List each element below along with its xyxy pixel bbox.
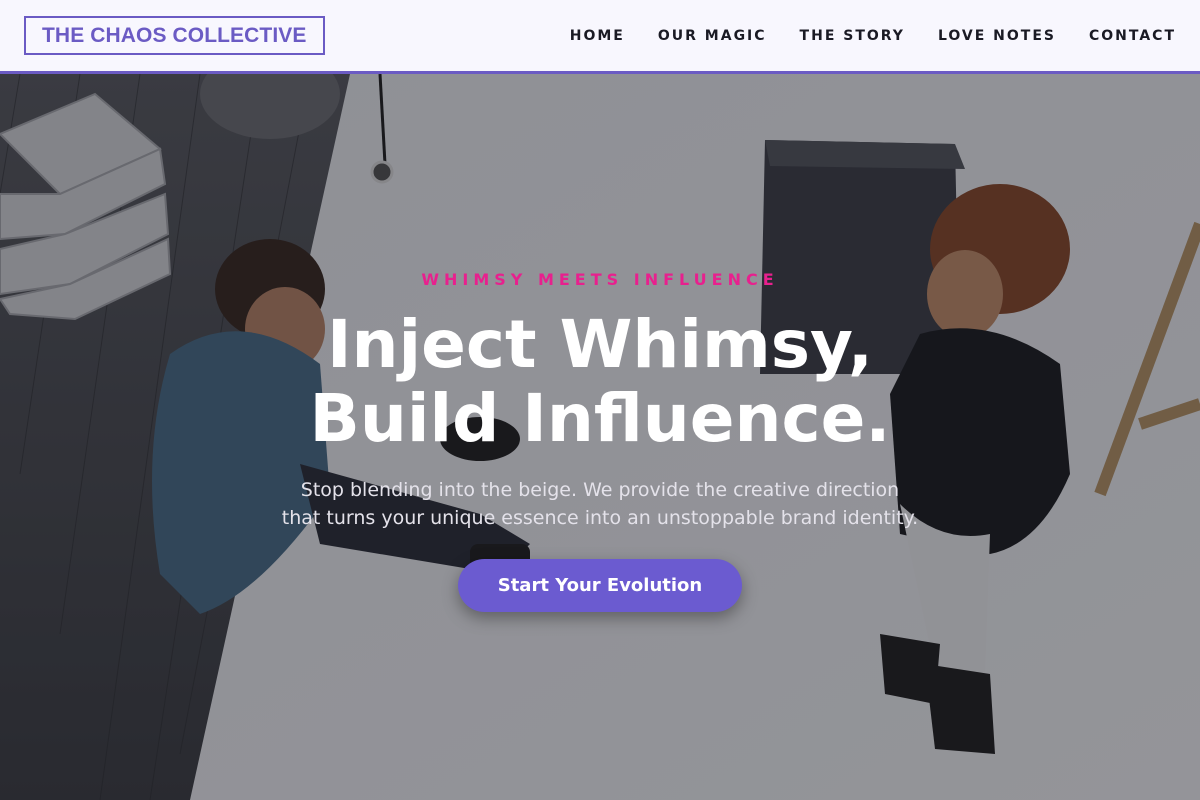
hero-content: WHIMSY MEETS INFLUENCE Inject Whimsy, Bu… xyxy=(0,74,1200,800)
site-header: THE CHAOS COLLECTIVE HOME OUR MAGIC THE … xyxy=(0,0,1200,74)
nav-link-home[interactable]: HOME xyxy=(570,28,625,44)
main-nav: HOME OUR MAGIC THE STORY LOVE NOTES CONT… xyxy=(570,28,1176,44)
nav-link-our-magic[interactable]: OUR MAGIC xyxy=(658,28,767,44)
nav-link-love-notes[interactable]: LOVE NOTES xyxy=(938,28,1056,44)
hero-headline: Inject Whimsy, Build Influence. xyxy=(0,308,1200,456)
hero-section: WHIMSY MEETS INFLUENCE Inject Whimsy, Bu… xyxy=(0,74,1200,800)
hero-eyebrow: WHIMSY MEETS INFLUENCE xyxy=(421,270,779,289)
nav-link-contact[interactable]: CONTACT xyxy=(1089,28,1176,44)
site-logo[interactable]: THE CHAOS COLLECTIVE xyxy=(24,16,325,55)
hero-headline-line-2: Build Influence. xyxy=(309,380,891,457)
hero-headline-line-1: Inject Whimsy, xyxy=(326,306,873,383)
hero-subtext-line-1: Stop blending into the beige. We provide… xyxy=(300,479,900,501)
hero-subtext: Stop blending into the beige. We provide… xyxy=(250,476,950,532)
nav-link-the-story[interactable]: THE STORY xyxy=(800,28,905,44)
start-evolution-button[interactable]: Start Your Evolution xyxy=(458,559,742,612)
hero-subtext-line-2: that turns your unique essence into an u… xyxy=(281,507,919,529)
